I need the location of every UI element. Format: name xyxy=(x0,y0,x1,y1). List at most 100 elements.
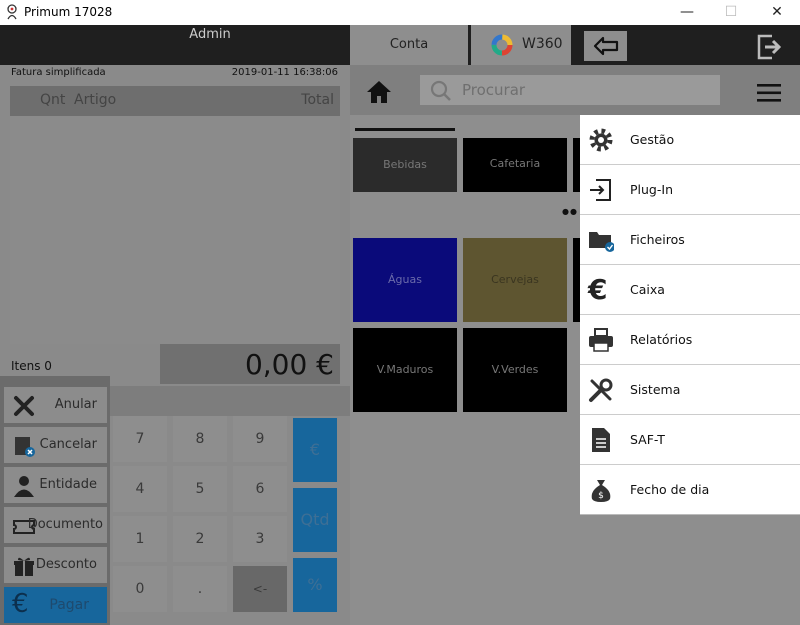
tab-w360-label: W360 xyxy=(522,36,563,52)
key-9[interactable]: 9 xyxy=(233,416,287,462)
back-button[interactable] xyxy=(584,31,627,61)
gift-icon xyxy=(14,557,34,576)
tab-w360[interactable]: W360 xyxy=(471,25,571,65)
lines-table-header: Qnt Artigo Total xyxy=(10,86,340,116)
key-3[interactable]: 3 xyxy=(233,516,287,562)
window-title: Primum 17028 xyxy=(24,5,113,19)
menu-label: Ficheiros xyxy=(630,232,685,247)
key-2[interactable]: 2 xyxy=(173,516,227,562)
menu-label: SAF-T xyxy=(630,432,665,447)
column-item: Artigo xyxy=(74,92,117,108)
folder-icon xyxy=(589,232,614,252)
menu-item-fecho-de-dia[interactable]: $ Fecho de dia xyxy=(580,465,800,515)
ticket-lines-list[interactable] xyxy=(10,116,340,344)
category-tile-cervejas[interactable]: Cervejas xyxy=(463,238,567,322)
menu-label: Plug-In xyxy=(630,182,673,197)
category-label: V.Maduros xyxy=(376,363,434,376)
euro-icon: € xyxy=(588,273,608,306)
euro-icon: € xyxy=(12,589,29,619)
menu-item-plug-in[interactable]: Plug-In xyxy=(580,165,800,215)
pay-label: Pagar xyxy=(49,597,89,613)
menu-label: Sistema xyxy=(630,382,681,397)
close-icon xyxy=(14,396,34,416)
left-header-bar: Admin xyxy=(0,25,350,65)
pager-dots: ●● xyxy=(562,207,578,216)
menu-label: Relatórios xyxy=(630,332,693,347)
gear-icon xyxy=(589,128,613,152)
search-field[interactable]: Procurar xyxy=(420,75,720,105)
percent-key[interactable]: % xyxy=(293,558,337,612)
key-0[interactable]: 0 xyxy=(113,566,167,612)
euro-key[interactable]: € xyxy=(293,418,337,482)
quantity-key[interactable]: Qtd xyxy=(293,488,337,552)
document-icon xyxy=(592,428,610,452)
exit-icon[interactable] xyxy=(756,33,784,61)
document-label: Documento xyxy=(27,517,103,532)
cancel-label: Cancelar xyxy=(39,437,97,452)
key-5[interactable]: 5 xyxy=(173,466,227,512)
total-display: 0,00 € xyxy=(160,344,340,384)
category-label: Cervejas xyxy=(491,273,539,286)
cancel-button[interactable]: Cancelar xyxy=(4,427,107,463)
key-backspace[interactable]: <- xyxy=(233,566,287,612)
minimize-button[interactable]: — xyxy=(664,0,710,25)
key-6[interactable]: 6 xyxy=(233,466,287,512)
category-tile-cafetaria[interactable]: Cafetaria xyxy=(463,138,567,192)
home-icon[interactable] xyxy=(366,80,392,104)
entity-button[interactable]: Entidade xyxy=(4,467,107,503)
void-button[interactable]: Anular xyxy=(4,387,107,423)
svg-text:$: $ xyxy=(598,491,604,501)
w360-logo-icon xyxy=(491,34,513,56)
key-decimal[interactable]: . xyxy=(173,566,227,612)
menu-label: Gestão xyxy=(630,132,675,147)
key-4[interactable]: 4 xyxy=(113,466,167,512)
category-tile-aguas[interactable]: Águas xyxy=(353,238,457,322)
menu-label: Caixa xyxy=(630,282,665,297)
title-bar: Primum 17028 — ☐ ✕ xyxy=(0,0,800,25)
tab-conta[interactable]: Conta xyxy=(350,25,468,65)
category-label: Águas xyxy=(388,273,422,286)
category-label: V.Verdes xyxy=(491,363,539,376)
entity-label: Entidade xyxy=(39,477,97,492)
maximize-button[interactable]: ☐ xyxy=(708,0,754,25)
category-tile-v-maduros[interactable]: V.Maduros xyxy=(353,328,457,412)
menu-item-gestao[interactable]: Gestão xyxy=(580,115,800,165)
menu-label: Fecho de dia xyxy=(630,482,710,497)
plug-in-icon xyxy=(590,179,611,201)
category-label: Cafetaria xyxy=(489,157,541,170)
document-type: Fatura simplificada xyxy=(11,67,106,78)
tools-icon xyxy=(589,378,613,402)
app-logo-icon xyxy=(7,4,17,20)
menu-item-saf-t[interactable]: SAF-T xyxy=(580,415,800,465)
arrow-left-icon xyxy=(593,36,619,56)
discount-label: Desconto xyxy=(35,557,97,572)
printer-icon xyxy=(589,328,613,352)
document-date: 2019-01-11 16:38:06 xyxy=(231,67,338,78)
cancel-document-icon xyxy=(15,437,35,457)
total-value: 0,00 € xyxy=(244,348,334,381)
hamburger-menu-icon[interactable] xyxy=(757,84,781,102)
pay-button[interactable]: € Pagar xyxy=(4,587,107,623)
key-8[interactable]: 8 xyxy=(173,416,227,462)
menu-item-sistema[interactable]: Sistema xyxy=(580,365,800,415)
document-button[interactable]: Documento xyxy=(4,507,107,543)
search-icon xyxy=(430,80,451,101)
menu-item-relatorios[interactable]: Relatórios xyxy=(580,315,800,365)
items-count: Itens 0 xyxy=(11,359,52,373)
category-tile-bebidas[interactable]: Bebidas xyxy=(353,138,457,192)
search-placeholder: Procurar xyxy=(462,81,526,99)
discount-button[interactable]: Desconto xyxy=(4,547,107,583)
money-bag-icon: $ xyxy=(591,480,611,502)
category-tile-partial[interactable] xyxy=(573,238,580,322)
key-1[interactable]: 1 xyxy=(113,516,167,562)
void-label: Anular xyxy=(54,397,97,412)
close-window-button[interactable]: ✕ xyxy=(754,0,800,25)
category-page-indicator xyxy=(355,128,455,131)
key-7[interactable]: 7 xyxy=(113,416,167,462)
category-tile-partial[interactable] xyxy=(573,138,580,192)
category-label: Bebidas xyxy=(383,158,427,171)
user-icon xyxy=(14,476,34,497)
menu-item-caixa[interactable]: € Caixa xyxy=(580,265,800,315)
menu-item-ficheiros[interactable]: Ficheiros xyxy=(580,215,800,265)
category-tile-v-verdes[interactable]: V.Verdes xyxy=(463,328,567,412)
